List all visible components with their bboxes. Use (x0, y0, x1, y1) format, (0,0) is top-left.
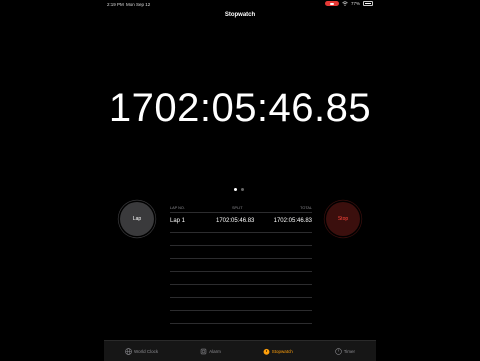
header-split: SPLIT (232, 206, 243, 210)
table-row: Lap 1 1702:05:46.83 1702:05:46.83 (170, 212, 312, 232)
tab-alarm[interactable]: Alarm (200, 348, 221, 355)
page-title: Stopwatch (224, 12, 256, 18)
status-time: 2:19 PM (107, 2, 124, 7)
status-date: Mon Sep 12 (126, 2, 151, 7)
tab-label: Timer (343, 348, 356, 354)
tab-label: World Clock (133, 348, 159, 354)
lap-name: Lap 1 (170, 218, 186, 224)
tab-timer[interactable]: Timer (334, 347, 356, 355)
tab-bar: World Clock Alarm Stopwatch Timer (104, 340, 376, 361)
empty-row (170, 271, 312, 284)
empty-row (170, 323, 312, 336)
battery-icon (363, 1, 373, 6)
lap-button[interactable]: Lap (120, 202, 154, 236)
wifi-icon (342, 1, 348, 6)
page-dot-1[interactable] (234, 188, 237, 191)
header-total: TOTAL (300, 206, 312, 210)
battery-percent: 77% (350, 1, 360, 6)
status-indicators: 77% (324, 1, 373, 6)
stop-button[interactable]: Stop (326, 202, 360, 236)
header-lap-no: LAP NO. (170, 206, 185, 210)
page-indicator[interactable] (234, 188, 244, 191)
lap-total: 1702:05:46.83 (273, 218, 312, 224)
globe-icon (125, 347, 132, 355)
empty-row (170, 284, 312, 297)
alarm-icon (200, 348, 207, 354)
stopwatch-screen: 2:19 PM Mon Sep 12 77% Stopwatch 1702:05… (104, 0, 376, 361)
screen-recording-icon (324, 1, 339, 6)
empty-row (170, 297, 312, 310)
status-bar: 2:19 PM Mon Sep 12 77% (104, 0, 376, 9)
stopwatch-icon (263, 348, 270, 355)
tab-label: Alarm (209, 348, 221, 354)
timer-icon (334, 347, 342, 355)
tab-stopwatch[interactable]: Stopwatch (263, 348, 293, 355)
page-dot-2[interactable] (241, 188, 244, 191)
empty-row (170, 232, 312, 245)
stopwatch-display: 1702:05:46.85 (108, 86, 372, 130)
lap-table: LAP NO. SPLIT TOTAL Lap 1 1702:05:46.83 … (170, 204, 312, 336)
lap-split: 1702:05:46.83 (216, 218, 255, 224)
tab-label: Stopwatch (271, 348, 293, 354)
empty-row (170, 245, 312, 258)
empty-row (170, 258, 312, 271)
lap-table-header: LAP NO. SPLIT TOTAL (170, 204, 312, 212)
empty-row (170, 310, 312, 323)
tab-world-clock[interactable]: World Clock (125, 347, 159, 355)
